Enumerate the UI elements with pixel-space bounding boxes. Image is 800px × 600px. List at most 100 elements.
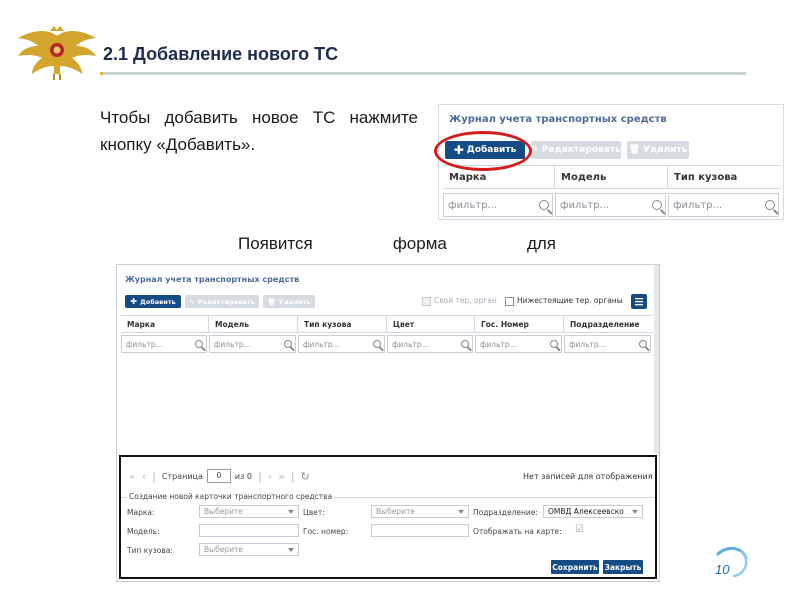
filter-brand[interactable]: фильтр... [443,193,553,217]
pager-separator: | [257,469,262,483]
filter-color[interactable]: фильтр... [387,335,473,353]
column-header-color[interactable]: Цвет [387,316,475,332]
column-header-division[interactable]: Подразделение [564,316,653,332]
search-icon [639,340,647,348]
filter-body-type[interactable]: фильтр... [298,335,385,353]
top-edit-button[interactable]: ✎ Редактировать [531,141,621,159]
filter-placeholder: фильтр... [303,339,340,349]
column-header-body-type[interactable]: Тип кузова [668,166,781,188]
column-header-model[interactable]: Модель [555,166,668,188]
pager-separator: | [290,469,295,483]
filter-placeholder: фильтр... [560,199,610,211]
own-org-label: Свой тер. орган [434,296,497,305]
page-label: Страница [161,471,203,481]
filter-placeholder: фильтр... [126,339,163,349]
empty-message: Нет записей для отображения [523,472,653,481]
own-org-checkbox[interactable]: Свой тер. орган [422,296,497,306]
search-icon [195,340,203,348]
trash-icon: 🗑 [628,145,641,155]
prev-page-icon[interactable]: ‹ [142,470,146,483]
column-header-model[interactable]: Модель [209,316,298,332]
sub-org-checkbox[interactable]: Нижестоящие тер. органы [505,296,623,306]
column-header-plate[interactable]: Гос. Номер [475,316,564,332]
color-label: Цвет: [303,508,325,517]
search-icon [539,200,549,210]
grid-filter-row: фильтр... фильтр... фильтр... фильтр... … [121,335,655,353]
brand-label: Марка: [127,508,155,517]
refresh-icon[interactable]: ↻ [301,470,310,483]
last-page-icon[interactable]: » [278,470,285,483]
show-on-map-checkbox[interactable]: ☑ [575,524,584,535]
menu-icon [635,298,643,306]
pager-separator: | [152,469,156,483]
column-header-body-type[interactable]: Тип кузова [298,316,387,332]
columns-menu-button[interactable] [631,294,647,309]
next-page-icon[interactable]: › [268,470,272,483]
appear-word-1: Появится [238,234,313,253]
checkbox-icon [422,296,431,306]
color-select[interactable]: Выберите [371,505,469,518]
search-icon [373,340,381,348]
grid-title: Журнал учета транспортных средств [125,275,300,284]
top-delete-button[interactable]: 🗑 Удалить [627,141,689,159]
add-label: Добавить [139,297,176,306]
division-select[interactable]: ОМВД Алексеевско [543,505,643,518]
filter-placeholder: фильтр... [673,199,723,211]
page-count: из 0 [234,471,252,481]
pager: « ‹ | Страница 0 из 0 | › » | ↻ [129,469,310,483]
filter-placeholder: фильтр... [214,339,251,349]
title-divider [100,72,746,75]
filter-placeholder: фильтр... [448,199,498,211]
plus-icon: ✚ [130,296,137,306]
top-delete-label: Удалить [643,145,688,155]
save-button[interactable]: Сохранить [551,560,599,574]
page-number-input[interactable]: 0 [206,469,231,483]
body-type-select[interactable]: Выберите [199,543,299,556]
filter-model[interactable]: фильтр... [555,193,666,217]
top-panel-title: Журнал учета транспортных средств [449,114,667,125]
search-icon [550,340,558,348]
checkbox-icon [505,296,514,306]
scrollbar[interactable] [654,265,659,453]
double-headed-eagle-emblem-icon [18,26,96,80]
appear-word-3: для [526,234,556,253]
sub-org-label: Нижестоящие тер. органы [517,296,623,305]
page-number: 10 [715,562,730,577]
body-type-label: Тип кузова: [127,546,173,555]
filter-placeholder: фильтр... [480,339,517,349]
filter-brand[interactable]: фильтр... [121,335,207,353]
column-header-brand[interactable]: Марка [121,316,209,332]
filter-plate[interactable]: фильтр... [475,335,562,353]
delete-button[interactable]: 🗑 Удалить [263,295,315,308]
vehicle-journal-screenshot: Журнал учета транспортных средств ✚ Доба… [116,264,660,582]
highlight-ring [434,131,532,171]
first-page-icon[interactable]: « [129,470,136,483]
filter-division[interactable]: фильтр... [564,335,651,353]
search-icon [765,200,775,210]
top-edit-label: Редактировать [541,145,621,155]
appear-word-2: форма [392,234,447,253]
close-button[interactable]: Закрыть [603,560,643,574]
edit-button[interactable]: ✎ Редактировать [185,295,259,308]
plate-input[interactable] [371,524,469,537]
delete-label: Удалить [278,297,311,306]
top-filter-row: фильтр... фильтр... фильтр... [443,193,783,217]
model-label: Модель: [127,527,160,536]
pencil-icon: ✎ [189,297,195,306]
add-button[interactable]: ✚ Добавить [125,295,181,308]
search-icon [461,340,469,348]
filter-body-type[interactable]: фильтр... [668,193,779,217]
model-input[interactable] [199,524,299,537]
plate-label: Гос. номер: [303,527,349,536]
brand-select[interactable]: Выберите [199,505,299,518]
appear-text: Появится форма для [238,234,556,254]
division-label: Подразделение: [473,508,538,517]
show-on-map-label: Отображать на карте: [473,527,562,536]
form-title: Создание новой карточки транспортного ср… [127,492,335,501]
filter-model[interactable]: фильтр... [209,335,296,353]
slide-title: 2.1 Добавление нового ТС [103,44,339,64]
edit-label: Редактировать [197,297,255,306]
pencil-icon: ✎ [531,145,539,155]
search-icon [652,200,662,210]
grid-header-row: Марка Модель Тип кузова Цвет Гос. Номер … [121,315,653,333]
